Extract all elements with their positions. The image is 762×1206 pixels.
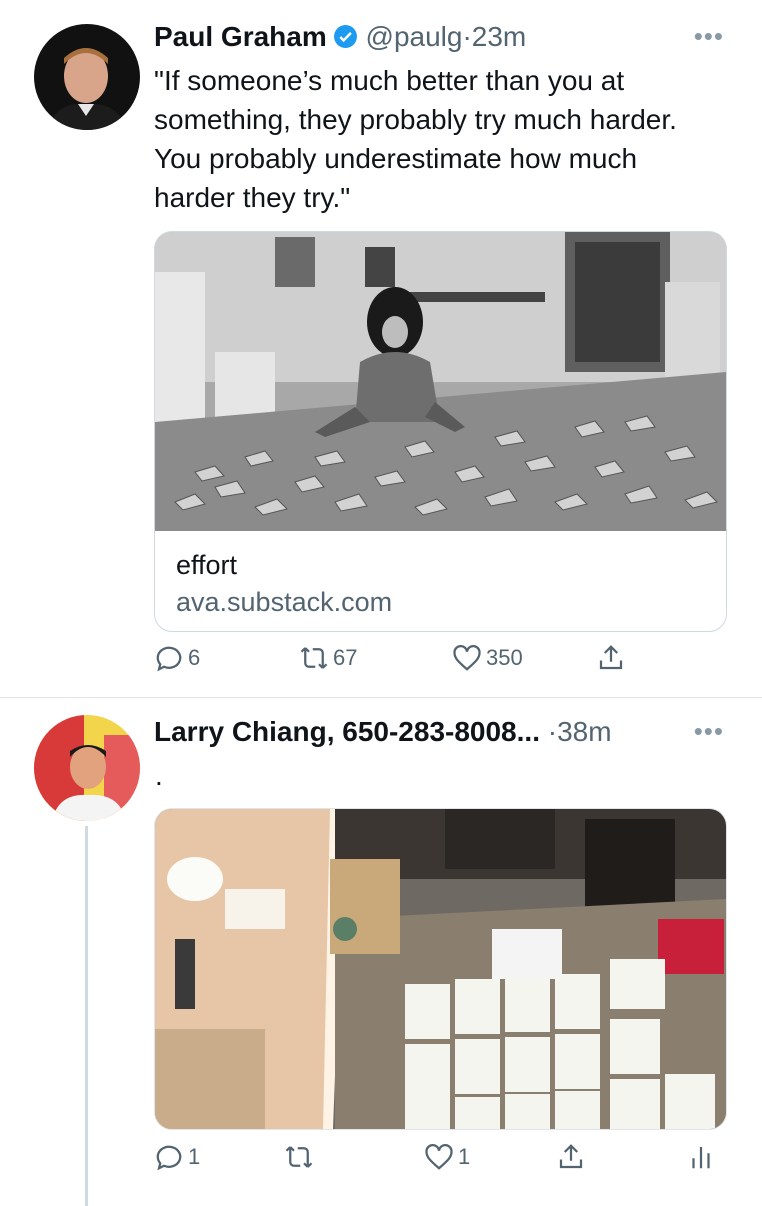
share-icon	[559, 1144, 583, 1169]
reply-icon	[156, 646, 182, 672]
author-handle[interactable]: @paulg	[366, 21, 463, 52]
reply-count: 6	[188, 645, 201, 670]
like-button[interactable]: 350	[452, 643, 523, 673]
tweet-header: Larry Chiang, 650-283-8008... ·38m •••	[154, 716, 732, 754]
share-button[interactable]	[596, 643, 630, 673]
more-icon[interactable]: •••	[694, 716, 724, 747]
tweet[interactable]: Larry Chiang, 650-283-8008... ·38m ••• .	[0, 698, 762, 1206]
reply-button[interactable]: 1	[154, 1142, 200, 1172]
card-image	[155, 232, 726, 531]
analytics-icon	[692, 1147, 710, 1169]
retweet-icon	[285, 1146, 313, 1168]
analytics-button[interactable]	[686, 1142, 720, 1172]
like-count: 350	[486, 645, 523, 670]
reply-count: 1	[188, 1144, 201, 1169]
card-title: effort	[176, 550, 238, 580]
like-button[interactable]: 1	[424, 1142, 470, 1172]
tweet-header: Paul Graham @paulg·23m •••	[154, 21, 732, 59]
reply-icon	[156, 1145, 182, 1171]
separator: ·	[547, 716, 558, 747]
timestamp[interactable]: 38m	[557, 716, 611, 747]
retweet-button[interactable]	[284, 1142, 318, 1172]
timestamp[interactable]: 23m	[472, 21, 526, 52]
share-button[interactable]	[556, 1142, 590, 1172]
retweet-icon	[300, 647, 328, 669]
retweet-button[interactable]: 67	[299, 643, 357, 673]
more-icon[interactable]: •••	[694, 21, 724, 52]
verified-badge-icon	[333, 24, 358, 49]
tweet-text: .	[155, 760, 163, 791]
avatar[interactable]	[34, 715, 140, 821]
tweet-actions: 1 1	[154, 1142, 732, 1182]
tweet-text: "If someone’s much better than you at so…	[154, 65, 677, 213]
separator: ·	[462, 21, 472, 52]
author-name[interactable]: Larry Chiang, 650-283-8008...	[154, 716, 540, 747]
author-name[interactable]: Paul Graham	[154, 21, 327, 52]
retweet-count: 67	[333, 645, 358, 670]
avatar[interactable]	[34, 24, 140, 130]
card-domain: ava.substack.com	[176, 587, 393, 617]
tweet-actions: 6 67 350	[154, 643, 732, 683]
tweet[interactable]: Paul Graham @paulg·23m ••• "If someone’s…	[0, 0, 762, 698]
like-count: 1	[458, 1144, 471, 1169]
tweet-image[interactable]	[154, 808, 727, 1130]
reply-button[interactable]: 6	[154, 643, 200, 673]
share-icon	[599, 645, 623, 670]
like-icon	[453, 645, 481, 671]
thread-line	[85, 826, 88, 1206]
like-icon	[425, 1144, 453, 1170]
link-card[interactable]: effort ava.substack.com	[154, 231, 727, 632]
